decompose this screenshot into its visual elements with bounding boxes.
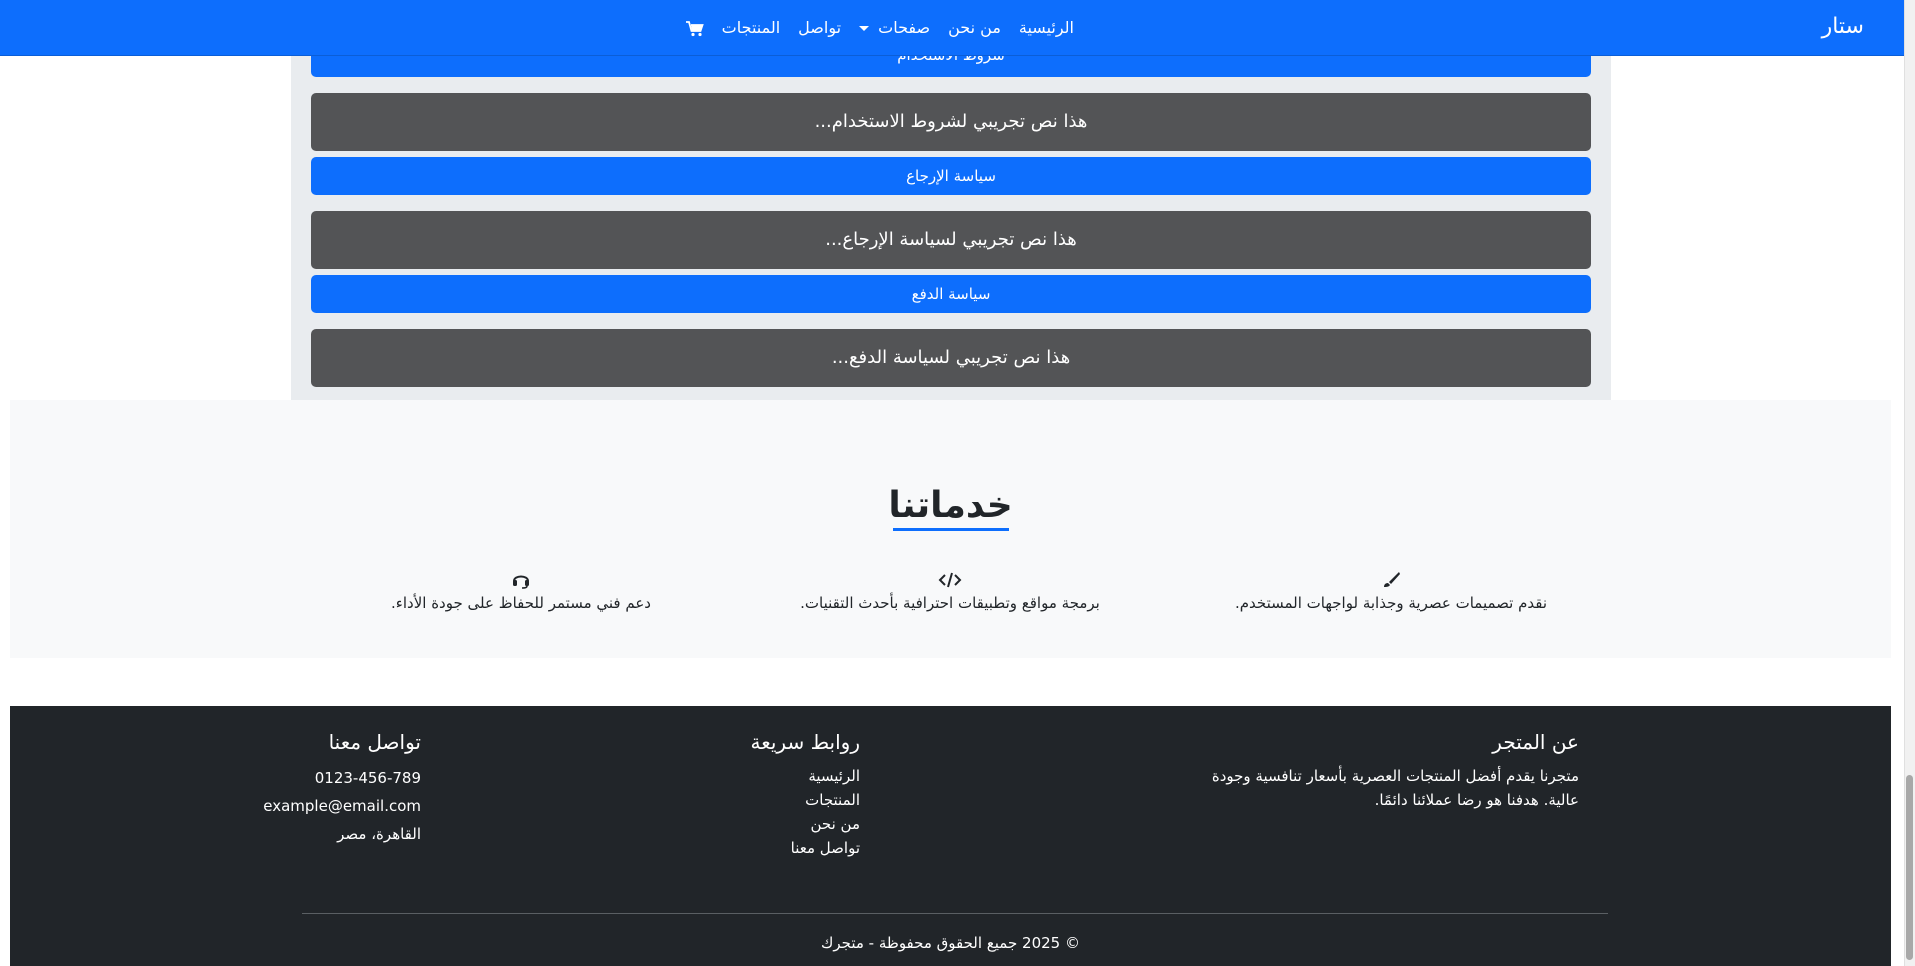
footer-link-products[interactable]: المنتجات — [660, 788, 860, 812]
headset-icon — [513, 575, 529, 589]
nav-link-home[interactable]: الرئيسية — [1019, 18, 1074, 37]
nav-link-about[interactable]: من نحن — [948, 18, 1001, 37]
page-scrollbar[interactable] — [1904, 0, 1915, 966]
footer-divider — [302, 913, 1608, 914]
service-item-development: برمجة مواقع وتطبيقات احترافية بأحدث التق… — [730, 570, 1170, 612]
footer-contact: تواصل معنا 0123-456-789 example@email.co… — [221, 730, 421, 848]
footer-link-home[interactable]: الرئيسية — [660, 764, 860, 788]
services-title: خدماتنا — [888, 485, 1013, 526]
service-item-design: نقدم تصميمات عصرية وجذابة لواجهات المستخ… — [1171, 570, 1611, 612]
title-underline — [893, 528, 1009, 531]
footer: عن المتجر متجرنا يقدم أفضل المنتجات العص… — [10, 706, 1891, 966]
cart-icon — [685, 20, 704, 36]
services-section: خدماتنا نقدم تصميمات عصرية وجذابة لواجها… — [10, 400, 1891, 658]
caret-down-icon — [859, 26, 870, 31]
navbar: ستار الرئيسية من نحن صفحات تواصل المنتجا… — [0, 0, 1904, 56]
copyright-text: © 2025 جميع الحقوق محفوظة - متجرك — [821, 934, 1080, 952]
footer-link-about[interactable]: من نحن — [660, 812, 861, 836]
footer-contact-title: تواصل معنا — [328, 730, 421, 754]
accordion-body-payment: هذا نص تجريبي لسياسة الدفع... — [311, 329, 1591, 387]
nav-link-contact[interactable]: تواصل — [798, 18, 841, 37]
footer-quick-links: روابط سريعة الرئيسية المنتجات من نحن توا… — [660, 730, 860, 860]
accordion-section: شروط الاستخدام هذا نص تجريبي لشروط الاست… — [291, 40, 1611, 400]
footer-about-text: متجرنا يقدم أفضل المنتجات العصرية بأسعار… — [1211, 767, 1579, 809]
brush-icon — [1384, 572, 1400, 587]
accordion-body-terms: هذا نص تجريبي لشروط الاستخدام... — [311, 93, 1591, 151]
nav-links: الرئيسية من نحن صفحات تواصل المنتجات — [685, 18, 1074, 37]
service-text: دعم فني مستمر للحفاظ على جودة الأداء. — [391, 594, 651, 612]
scrollbar-thumb[interactable] — [1906, 775, 1913, 960]
nav-dropdown-label: صفحات — [878, 18, 931, 37]
footer-about: عن المتجر متجرنا يقدم أفضل المنتجات العص… — [1199, 730, 1579, 812]
brand-logo[interactable]: ستار — [1822, 14, 1864, 39]
nav-dropdown-pages[interactable]: صفحات — [859, 18, 930, 37]
accordion-header-payment[interactable]: سياسة الدفع — [311, 275, 1591, 313]
footer-address: القاهرة، مصر — [337, 825, 421, 843]
service-text: برمجة مواقع وتطبيقات احترافية بأحدث التق… — [800, 594, 1100, 612]
service-item-support: دعم فني مستمر للحفاظ على جودة الأداء. — [301, 570, 741, 612]
service-text: نقدم تصميمات عصرية وجذابة لواجهات المستخ… — [1234, 594, 1548, 612]
nav-link-products[interactable]: المنتجات — [722, 18, 781, 37]
cart-link[interactable] — [685, 18, 704, 37]
footer-email[interactable]: example@email.com — [221, 792, 421, 820]
accordion-header-returns[interactable]: سياسة الإرجاع — [311, 157, 1591, 195]
footer-about-title: عن المتجر — [1492, 730, 1579, 754]
code-icon — [938, 572, 962, 588]
footer-phone: 0123-456-789 — [314, 769, 421, 787]
footer-quick-links-title: روابط سريعة — [750, 730, 860, 754]
footer-link-contact[interactable]: تواصل معنا — [660, 836, 860, 860]
accordion-body-returns: هذا نص تجريبي لسياسة الإرجاع... — [311, 211, 1591, 269]
